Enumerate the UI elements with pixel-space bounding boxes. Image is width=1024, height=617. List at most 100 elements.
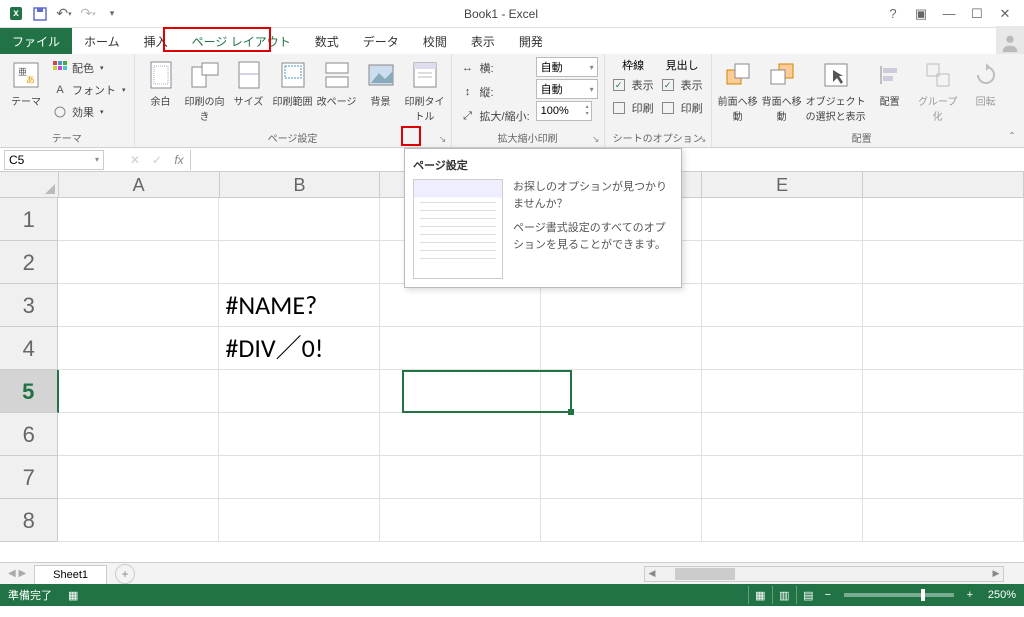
row-header-7[interactable]: 7 — [0, 456, 58, 499]
zoom-slider[interactable] — [844, 593, 954, 597]
margins-button[interactable]: 余白 — [141, 57, 181, 110]
view-pagelayout-icon[interactable]: ▥ — [772, 586, 796, 604]
group-sheetoptions: 枠線 表示 印刷 見出し 表示 印刷 シートのオプション ↘ — [605, 54, 712, 147]
macro-record-icon[interactable]: ▦ — [68, 589, 78, 602]
cell-B3[interactable]: #NAME? — [219, 284, 380, 327]
group-objects-button[interactable]: グループ化 — [914, 57, 962, 125]
col-header-E[interactable]: E — [702, 172, 863, 198]
save-icon[interactable] — [30, 4, 50, 24]
tooltip-thumbnail — [413, 179, 503, 279]
group-scale: ↔横: ↕縦: ⤢拡大/縮小: 自動 自動 100% 拡大縮小印刷 ↘ — [452, 54, 605, 147]
sheet-nav-prev[interactable]: ◀ ▶ — [0, 568, 34, 579]
cell-B4[interactable]: #DIV／0! — [219, 327, 380, 370]
tab-pagelayout[interactable]: ページ レイアウト — [180, 28, 303, 54]
row-header-2[interactable]: 2 — [0, 241, 58, 284]
send-backward-icon — [766, 59, 798, 91]
themes-button[interactable]: 亜あ テーマ — [6, 57, 46, 110]
row-header-6[interactable]: 6 — [0, 413, 58, 456]
row-header-1[interactable]: 1 — [0, 198, 58, 241]
col-header-B[interactable]: B — [220, 172, 381, 198]
qat-customize-icon[interactable]: ▾ — [102, 4, 122, 24]
user-avatar[interactable] — [996, 26, 1024, 54]
zoom-out-button[interactable]: − — [820, 589, 836, 601]
tab-developer[interactable]: 開発 — [507, 28, 555, 54]
printarea-button[interactable]: 印刷範囲 — [273, 57, 313, 110]
headings-print-checkbox[interactable]: 印刷 — [660, 97, 705, 119]
ribbon-collapse-icon[interactable]: ˆ — [1004, 129, 1020, 145]
printtitles-button[interactable]: 印刷タイトル — [405, 57, 445, 125]
selection-icon — [820, 59, 852, 91]
redo-icon[interactable]: ↷▾ — [78, 4, 98, 24]
row-header-8[interactable]: 8 — [0, 499, 58, 542]
minimize-icon[interactable]: — — [936, 4, 962, 24]
tab-view[interactable]: 表示 — [459, 28, 507, 54]
forward-label: 前面へ移動 — [718, 93, 758, 123]
align-button[interactable]: 配置 — [870, 57, 910, 110]
gridlines-heading: 枠線 — [611, 57, 656, 73]
colors-icon — [52, 60, 68, 76]
cell-A1[interactable] — [58, 198, 219, 241]
help-icon[interactable]: ? — [880, 4, 906, 24]
undo-icon[interactable]: ↶▾ — [54, 4, 74, 24]
row-header-5[interactable]: 5 — [0, 370, 59, 413]
orientation-icon — [189, 59, 221, 91]
pagesetup-dialog-launcher[interactable]: ↘ — [437, 133, 449, 145]
accept-formula-icon[interactable]: ✓ — [146, 150, 168, 170]
gridlines-view-checkbox[interactable]: 表示 — [611, 74, 656, 96]
maximize-icon[interactable]: ☐ — [964, 4, 990, 24]
zoom-level[interactable]: 250% — [988, 589, 1016, 601]
zoom-in-button[interactable]: + — [962, 589, 978, 601]
bring-forward-button[interactable]: 前面へ移動 — [718, 57, 758, 125]
headings-heading: 見出し — [660, 57, 705, 73]
breaks-button[interactable]: 改ページ — [317, 57, 357, 110]
tab-data[interactable]: データ — [351, 28, 411, 54]
name-box[interactable]: C5 — [4, 150, 104, 170]
cell-C5[interactable] — [380, 370, 541, 413]
view-pagebreak-icon[interactable]: ▤ — [796, 586, 820, 604]
send-backward-button[interactable]: 背面へ移動 — [762, 57, 802, 125]
cancel-formula-icon[interactable]: ✕ — [124, 150, 146, 170]
row-header-4[interactable]: 4 — [0, 327, 58, 370]
excel-app-icon: x — [6, 4, 26, 24]
size-icon — [233, 59, 265, 91]
close-icon[interactable]: ✕ — [992, 4, 1018, 24]
size-button[interactable]: サイズ — [229, 57, 269, 110]
theme-fonts-button[interactable]: Aフォント▾ — [50, 79, 128, 101]
svg-text:あ: あ — [26, 75, 35, 85]
height-combo[interactable]: 自動 — [536, 79, 598, 99]
add-sheet-button[interactable]: + — [115, 564, 135, 584]
title-bar: x ↶▾ ↷▾ ▾ Book1 - Excel ? ▣ — ☐ ✕ — [0, 0, 1024, 28]
sheet-tab-1[interactable]: Sheet1 — [34, 565, 107, 584]
scale-dialog-launcher[interactable]: ↘ — [590, 133, 602, 145]
height-icon: ↕ — [460, 84, 476, 100]
rotate-button[interactable]: 回転 — [966, 57, 1006, 110]
tab-review[interactable]: 校閲 — [411, 28, 459, 54]
rotate-icon — [970, 59, 1002, 91]
gridlines-print-checkbox[interactable]: 印刷 — [611, 97, 656, 119]
breaks-icon — [321, 59, 353, 91]
orientation-button[interactable]: 印刷の向き — [185, 57, 225, 125]
cell-B1[interactable] — [219, 198, 380, 241]
theme-effects-button[interactable]: 効果▾ — [50, 101, 128, 123]
group-scale-label: 拡大縮小印刷 — [458, 130, 598, 147]
tab-home[interactable]: ホーム — [72, 28, 132, 54]
sheetoptions-dialog-launcher[interactable]: ↘ — [697, 133, 709, 145]
select-all-corner[interactable] — [0, 172, 59, 198]
scale-spinner[interactable]: 100% — [536, 101, 592, 121]
background-button[interactable]: 背景 — [361, 57, 401, 110]
ribbon-display-icon[interactable]: ▣ — [908, 4, 934, 24]
view-normal-icon[interactable]: ▦ — [748, 586, 772, 604]
fx-button[interactable]: fx — [168, 150, 190, 170]
headings-view-checkbox[interactable]: 表示 — [660, 74, 705, 96]
height-label: 縦: — [480, 84, 494, 100]
horizontal-scrollbar[interactable]: ◀▶ — [644, 566, 1004, 582]
col-header-A[interactable]: A — [59, 172, 220, 198]
selection-pane-button[interactable]: オブジェクトの選択と表示 — [806, 57, 866, 125]
width-combo[interactable]: 自動 — [536, 57, 598, 77]
tab-file[interactable]: ファイル — [0, 28, 72, 54]
tab-insert[interactable]: 挿入 — [132, 28, 180, 54]
col-header-F[interactable] — [863, 172, 1024, 198]
theme-colors-button[interactable]: 配色▾ — [50, 57, 128, 79]
row-header-3[interactable]: 3 — [0, 284, 58, 327]
tab-formulas[interactable]: 数式 — [303, 28, 351, 54]
